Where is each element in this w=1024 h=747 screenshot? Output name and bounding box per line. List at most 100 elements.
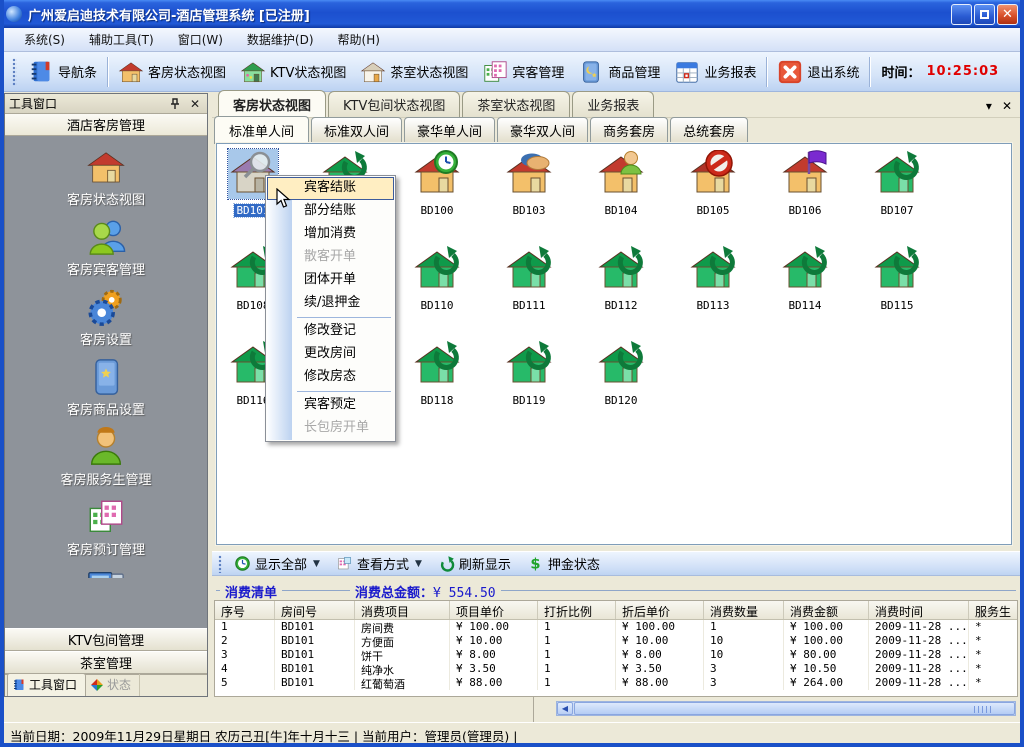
action-button-4[interactable]: $押金状态 [519,552,608,575]
room-BD119[interactable]: BD119 [483,339,575,429]
context-menu-item-10[interactable]: 修改房态 [267,366,394,389]
horizontal-scrollbar[interactable]: ◀ [556,701,1016,716]
column-header[interactable]: 房间号 [275,601,355,619]
room-state-refresh-icon [412,244,462,294]
room-type-tab-1[interactable]: 标准单人间 [214,116,309,144]
toolbar-button-house-red[interactable]: 客房状态视图 [111,56,233,88]
sidebar-tab-label: 状态 [107,676,131,693]
context-menu-item-12[interactable]: 宾客预定 [267,394,394,417]
toolbar-time: 时间：10:25:03 [873,62,999,81]
context-menu-item-5[interactable]: 团体开单 [267,269,394,292]
column-header[interactable]: 序号 [215,601,275,619]
chevron-down-icon[interactable]: ▼ [313,559,320,569]
room-type-tab-2[interactable]: 标准双人间 [311,117,402,143]
scrollbar-thumb[interactable] [574,702,1015,715]
action-button-1[interactable]: 显示全部▼ [226,552,328,575]
house-white-icon [360,59,386,85]
toolbar-button-guest-calendar[interactable]: 宾客管理 [475,56,571,88]
column-header[interactable]: 打折比例 [538,601,616,619]
table-row[interactable]: 3BD101饼干¥ 8.001¥ 8.0010¥ 80.002009-11-28… [215,648,1017,662]
toolbar-grip[interactable] [218,555,222,573]
menu-item[interactable]: 窗口(W) [166,29,235,50]
sidebar-item-5[interactable]: 客房服务生管理 [5,427,207,488]
chevron-down-icon[interactable]: ▾ [986,99,992,113]
toolbar-button-nav-book[interactable]: 导航条 [21,56,104,88]
toolbar-button-exit[interactable]: 退出系统 [770,56,866,88]
room-BD115[interactable]: BD115 [851,244,943,334]
column-header[interactable]: 服务生 [969,601,1018,619]
room-BD105[interactable]: BD105 [667,149,759,239]
tab-1[interactable]: 客房状态视图 [218,90,326,117]
room-id-label: BD114 [786,299,823,312]
column-header[interactable]: 消费金额 [784,601,869,619]
sidebar-group-button[interactable]: KTV包间管理 [5,628,207,651]
action-button-3[interactable]: 刷新显示 [430,552,519,575]
sidebar-item-4[interactable]: 客房商品设置 [5,357,207,418]
room-BD118[interactable]: BD118 [391,339,483,429]
tab-2[interactable]: KTV包间状态视图 [328,91,460,117]
tab-3[interactable]: 茶室状态视图 [462,91,570,117]
toolbar-button-house-white[interactable]: 茶室状态视图 [353,56,475,88]
context-menu-item-3[interactable]: 增加消费 [267,223,394,246]
sidebar-tab-status[interactable]: 状态 [86,674,140,696]
sidebar-item-2[interactable]: 客房宾客管理 [5,217,207,278]
minimize-button[interactable] [951,4,972,25]
toolbar-button-report-calendar[interactable]: 业务报表 [667,56,763,88]
menu-item[interactable]: 数据维护(D) [235,29,326,50]
tool-window-sidebar: 工具窗口 ✕ 酒店客房管理 客房状态视图客房宾客管理客房设置客房商品设置客房服务… [4,93,208,697]
menu-item[interactable]: 帮助(H) [326,29,392,50]
room-BD111[interactable]: BD111 [483,244,575,334]
sidebar-item-1[interactable]: 客房状态视图 [5,147,207,208]
room-type-tab-3[interactable]: 豪华单人间 [404,117,495,143]
sidebar-item-6[interactable]: 客房预订管理 [5,497,207,558]
maximize-button[interactable] [974,4,995,25]
room-state-refresh-icon [872,244,922,294]
column-header[interactable]: 消费项目 [355,601,450,619]
toolbar-button-house-green[interactable]: KTV状态视图 [233,56,353,88]
sidebar-group-button[interactable]: 茶室管理 [5,651,207,674]
table-row[interactable]: 1BD101房间费¥ 100.001¥ 100.001¥ 100.002009-… [215,620,1017,634]
column-header[interactable]: 消费时间 [869,601,969,619]
room-type-tab-4[interactable]: 豪华双人间 [497,117,588,143]
tab-4[interactable]: 业务报表 [572,91,654,117]
close-tab-icon[interactable]: ✕ [1002,99,1012,113]
menu-item[interactable]: 系统(S) [12,29,77,50]
room-BD103[interactable]: BD103 [483,149,575,239]
room-type-tab-6[interactable]: 总统套房 [670,117,748,143]
table-row[interactable]: 4BD101纯净水¥ 3.501¥ 3.503¥ 10.502009-11-28… [215,662,1017,676]
room-id-label: BD110 [418,299,455,312]
column-header[interactable]: 项目单价 [450,601,538,619]
scroll-left-arrow[interactable]: ◀ [557,702,573,715]
action-button-2[interactable]: 查看方式▼ [328,552,430,575]
pin-icon[interactable] [169,98,185,110]
room-BD120[interactable]: BD120 [575,339,667,429]
menu-item[interactable]: 辅助工具(T) [77,29,166,50]
table-row[interactable]: 5BD101红葡萄酒¥ 88.001¥ 88.003¥ 264.002009-1… [215,676,1017,690]
room-BD113[interactable]: BD113 [667,244,759,334]
sidebar-tab-toolwindow[interactable]: 工具窗口 [7,673,86,696]
toolbar-button-goods-book[interactable]: 商品管理 [571,56,667,88]
computer-icon [86,567,126,578]
toolbar-grip[interactable] [12,58,17,86]
consumption-title: 消费清单 [220,582,282,601]
room-BD110[interactable]: BD110 [391,244,483,334]
room-BD114[interactable]: BD114 [759,244,851,334]
room-type-tab-5[interactable]: 商务套房 [590,117,668,143]
table-row[interactable]: 2BD101方便面¥ 10.001¥ 10.0010¥ 100.002009-1… [215,634,1017,648]
context-menu-item-9[interactable]: 更改房间 [267,343,394,366]
room-BD106[interactable]: BD106 [759,149,851,239]
sidebar-item-3[interactable]: 客房设置 [5,287,207,348]
close-icon[interactable]: ✕ [187,97,203,111]
sidebar-group-hotel-rooms[interactable]: 酒店客房管理 [5,114,207,136]
chevron-down-icon[interactable]: ▼ [415,559,422,569]
column-header[interactable]: 消费数量 [704,601,784,619]
sidebar-item-7[interactable]: 客房其他款项登记 [5,567,207,578]
room-BD107[interactable]: BD107 [851,149,943,239]
room-BD112[interactable]: BD112 [575,244,667,334]
close-button[interactable]: ✕ [997,4,1018,25]
context-menu-item-8[interactable]: 修改登记 [267,320,394,343]
context-menu-item-6[interactable]: 续/退押金 [267,292,394,315]
column-header[interactable]: 折后单价 [616,601,704,619]
room-BD104[interactable]: BD104 [575,149,667,239]
room-BD100[interactable]: BD100 [391,149,483,239]
